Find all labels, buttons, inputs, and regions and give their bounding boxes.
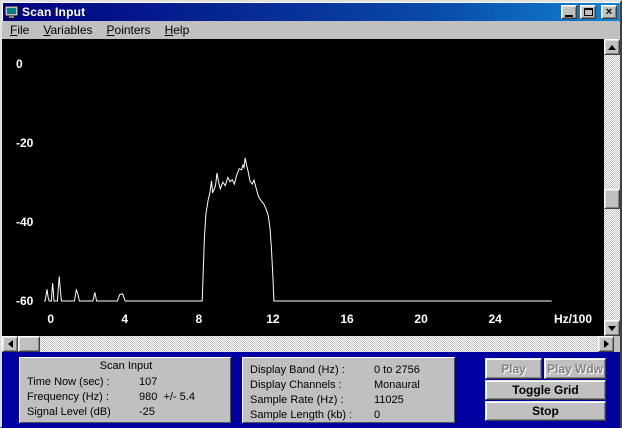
sample-rate-value: 11025	[374, 394, 449, 406]
maximize-icon	[584, 8, 593, 16]
time-now-row: Time Now (sec) : 107	[27, 374, 225, 389]
scan-panel-title: Scan Input	[27, 360, 225, 374]
svg-text:0: 0	[16, 57, 23, 71]
svg-text:4: 4	[121, 312, 128, 326]
svg-text:20: 20	[414, 312, 428, 326]
frequency-label: Frequency (Hz) :	[27, 391, 139, 403]
display-band-value: 0 to 2756	[374, 364, 449, 376]
display-channels-label: Display Channels :	[250, 379, 374, 391]
signal-level-label: Signal Level (dB)	[27, 406, 139, 418]
arrow-left-icon	[8, 340, 13, 348]
display-info-panel: Display Band (Hz) : 0 to 2756 Display Ch…	[242, 357, 455, 423]
status-area: Scan Input Time Now (sec) : 107 Frequenc…	[2, 352, 620, 428]
display-channels-value: Monaural	[374, 379, 449, 391]
display-band-label: Display Band (Hz) :	[250, 364, 374, 376]
horizontal-scroll-thumb[interactable]	[18, 336, 40, 352]
time-now-label: Time Now (sec) :	[27, 376, 139, 388]
horizontal-scroll-track[interactable]	[18, 336, 598, 352]
window-title: Scan Input	[22, 5, 558, 19]
sample-length-value: 0	[374, 409, 449, 421]
play-button[interactable]: Play	[485, 358, 542, 379]
toggle-grid-button[interactable]: Toggle Grid	[485, 380, 606, 400]
menu-pointers[interactable]: Pointers	[100, 22, 158, 39]
svg-text:-60: -60	[16, 294, 34, 308]
sample-rate-label: Sample Rate (Hz) :	[250, 394, 374, 406]
maximize-button[interactable]	[580, 5, 596, 19]
spectrum-plot-area: 0 -20 -40 -60 0 4 8 12 16 20 24 Hz/100	[2, 39, 620, 352]
close-icon: ×	[606, 7, 612, 17]
spectrum-plot: 0 -20 -40 -60 0 4 8 12 16 20 24 Hz/100	[2, 39, 620, 352]
playback-buttons: Play Play Wdw Toggle Grid Stop	[485, 358, 606, 421]
display-channels-row: Display Channels : Monaural	[250, 377, 449, 392]
scroll-down-button[interactable]	[604, 320, 620, 336]
scan-info-panel: Scan Input Time Now (sec) : 107 Frequenc…	[19, 357, 231, 423]
minimize-icon	[565, 15, 573, 17]
svg-text:-20: -20	[16, 136, 34, 150]
menu-bar: File Variables Pointers Help	[2, 22, 620, 39]
menu-file[interactable]: File	[3, 22, 36, 39]
close-button[interactable]: ×	[601, 5, 617, 19]
svg-text:16: 16	[340, 312, 354, 326]
signal-level-row: Signal Level (dB) -25	[27, 404, 225, 419]
scroll-right-button[interactable]	[598, 336, 614, 352]
signal-level-value: -25	[139, 406, 225, 418]
sample-length-row: Sample Length (kb) : 0	[250, 407, 449, 422]
arrow-right-icon	[604, 340, 609, 348]
svg-text:24: 24	[489, 312, 503, 326]
svg-text:-40: -40	[16, 215, 34, 229]
time-now-value: 107	[139, 376, 225, 388]
sample-length-label: Sample Length (kb) :	[250, 409, 374, 421]
title-bar[interactable]: Scan Input ×	[3, 3, 619, 21]
vertical-scroll-thumb[interactable]	[604, 189, 620, 209]
frequency-row: Frequency (Hz) : 980 +/- 5.4	[27, 389, 225, 404]
scrollbar-corner	[614, 336, 620, 352]
minimize-button[interactable]	[561, 5, 577, 19]
menu-help[interactable]: Help	[158, 22, 197, 39]
svg-text:Hz/100: Hz/100	[554, 312, 592, 326]
frequency-value: 980 +/- 5.4	[139, 391, 225, 403]
svg-text:8: 8	[196, 312, 203, 326]
vertical-scroll-track[interactable]	[604, 55, 620, 320]
svg-text:0: 0	[47, 312, 54, 326]
arrow-up-icon	[608, 45, 616, 50]
menu-variables[interactable]: Variables	[36, 22, 99, 39]
display-band-row: Display Band (Hz) : 0 to 2756	[250, 362, 449, 377]
svg-text:12: 12	[266, 312, 280, 326]
play-wdw-button[interactable]: Play Wdw	[544, 358, 606, 379]
play-button-row: Play Play Wdw	[485, 358, 606, 379]
vertical-scrollbar[interactable]	[604, 39, 620, 336]
app-window: Scan Input × File Variables Pointers Hel…	[0, 0, 622, 428]
sample-rate-row: Sample Rate (Hz) : 11025	[250, 392, 449, 407]
app-monitor-icon	[5, 6, 19, 19]
scroll-up-button[interactable]	[604, 39, 620, 55]
stop-button[interactable]: Stop	[485, 401, 606, 421]
scroll-left-button[interactable]	[2, 336, 18, 352]
horizontal-scrollbar[interactable]	[2, 336, 614, 352]
arrow-down-icon	[608, 326, 616, 331]
